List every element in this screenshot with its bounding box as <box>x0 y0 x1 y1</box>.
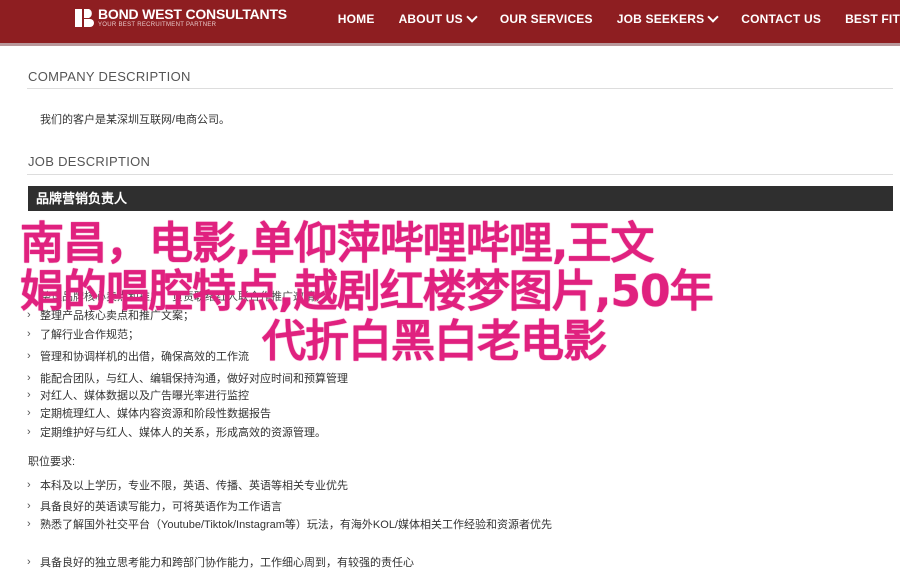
main-nav: HOME ABOUT US OUR SERVICES JOB SEEKERS C… <box>338 11 900 26</box>
nav-our-services[interactable]: OUR SERVICES <box>500 12 593 26</box>
chevron-right-icon: › <box>27 350 31 362</box>
nav-best-fit[interactable]: BEST FIT <box>845 12 900 26</box>
requirement-item: › 具备良好的独立思考能力和跨部门协作能力，工作细心周到，有较强的责任心 <box>27 556 414 569</box>
nav-job-seekers[interactable]: JOB SEEKERS <box>617 11 719 26</box>
overlay-headline-line-1: 南昌，电影,单仰萍哔哩哔哩,王文 <box>20 218 654 269</box>
company-heading: COMPANY DESCRIPTION <box>28 69 191 84</box>
chevron-right-icon: › <box>27 389 31 401</box>
chevron-right-icon: › <box>27 479 31 491</box>
chevron-right-icon: › <box>27 372 31 384</box>
chevron-down-icon <box>466 11 478 23</box>
requirements-label: 职位要求: <box>28 456 76 468</box>
logo-mark-icon <box>75 9 94 27</box>
chevron-down-icon <box>707 11 719 23</box>
divider <box>27 88 893 89</box>
duty-item: › 对红人、媒体数据以及广告曝光率进行监控 <box>27 389 249 402</box>
logo-tagline: YOUR BEST RECRUITMENT PARTNER <box>98 22 217 28</box>
nav-contact-us[interactable]: CONTACT US <box>741 12 821 26</box>
header-underline <box>0 43 900 46</box>
chevron-right-icon: › <box>27 500 31 512</box>
chevron-right-icon: › <box>27 328 31 340</box>
top-navbar: BOND WEST CONSULTANTS YOUR BEST RECRUITM… <box>0 0 900 43</box>
divider <box>27 174 893 175</box>
requirement-item: › 本科及以上学历，专业不限，英语、传播、英语等相关专业优先 <box>27 479 348 492</box>
logo-text: BOND WEST CONSULTANTS <box>98 6 287 22</box>
requirement-item: › 熟悉了解国外社交平台（Youtube/Tiktok/Instagram等）玩法… <box>27 518 552 531</box>
duty-item: › 了解行业合作规范； <box>27 328 139 341</box>
job-heading: JOB DESCRIPTION <box>28 154 151 169</box>
requirement-item: › 具备良好的英语读写能力，可将英语作为工作语言 <box>27 500 282 513</box>
chevron-right-icon: › <box>27 407 31 419</box>
nav-about-us[interactable]: ABOUT US <box>399 11 478 26</box>
site-logo[interactable]: BOND WEST CONSULTANTS YOUR BEST RECRUITM… <box>74 7 287 29</box>
duty-item: › 定期梳理红人、媒体内容资源和阶段性数据报告 <box>27 407 271 420</box>
job-title-bar: 品牌营销负责人 <box>28 186 893 211</box>
duty-item: › 能配合团队，与红人、编辑保持沟通，做好对应时间和预算管理 <box>27 372 348 385</box>
company-text: 我们的客户是某深圳互联网/电商公司。 <box>40 114 231 126</box>
overlay-headline-line-3: 代折白黑白老电影 <box>262 316 607 367</box>
nav-home[interactable]: HOME <box>338 12 375 26</box>
chevron-right-icon: › <box>27 518 31 530</box>
chevron-right-icon: › <box>27 426 31 438</box>
chevron-right-icon: › <box>27 556 31 568</box>
duty-item: › 管理和协调样机的出借，确保高效的工作流 <box>27 350 249 363</box>
overlay-headline-line-2: 娟的唱腔特点,越剧红楼梦图片,50年 <box>20 266 714 317</box>
duty-item: › 定期维护好与红人、媒体人的关系，形成高效的资源管理。 <box>27 426 326 439</box>
